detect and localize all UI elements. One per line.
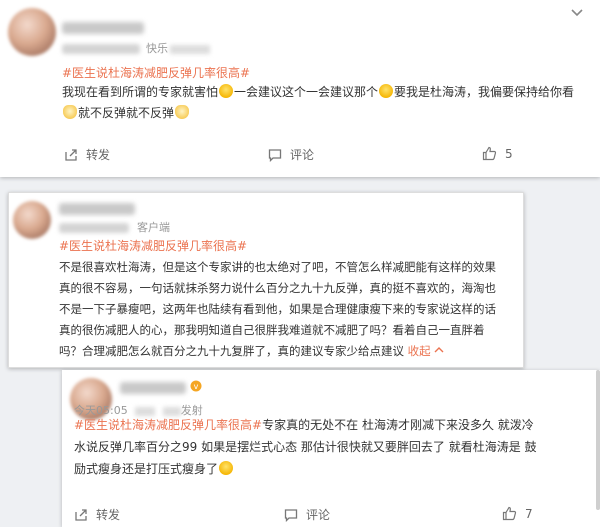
emoji-laugh-icon [219,84,234,98]
avatar[interactable] [8,8,56,56]
username-blurred[interactable] [59,203,135,215]
chevron-up-icon [434,347,444,353]
topic-hashtag[interactable]: #医生说杜海涛减肥反弹几率很高# [59,237,247,254]
scrollbar[interactable] [596,370,600,510]
comment-button[interactable]: 评论 [284,506,330,523]
username-blurred[interactable] [62,22,144,34]
like-button[interactable]: 5 [482,146,513,161]
comment-button[interactable]: 评论 [268,146,314,163]
svg-text:v: v [194,382,199,391]
forward-icon [75,508,87,521]
forward-button[interactable]: 转发 [64,146,110,163]
like-icon [502,506,517,521]
comment-card-1: 快乐 #医生说杜海涛减肥反弹几率很高# 我现在看到所谓的专家就害怕 一会建议这个一… [0,0,600,177]
post-source: 快乐 [146,40,210,56]
chevron-down-icon[interactable] [570,8,584,18]
post-source: 客户端 [137,221,170,234]
emoji-laugh-icon [219,461,234,475]
like-button[interactable]: 7 [502,506,533,521]
timestamp-blurred [59,223,129,233]
comment-text: 不是很喜欢杜海涛，但是这个专家讲的也太绝对了吧，不管怎么样减肥能有这样的效果 真… [59,260,496,358]
emoji-cat-icon [175,105,190,119]
comment-text: 我现在看到所谓的专家就害怕 一会建议这个一会建议那个 要我是杜海涛，我偏要保持给你看… [62,84,575,120]
comment-card-3: v 今天05:05 发射 #医生说杜海涛减肥反弹几率很高#专家真的无处不在 杜海… [62,370,600,527]
like-icon [482,146,497,161]
forward-button[interactable]: 转发 [74,506,120,523]
topic-hashtag[interactable]: #医生说杜海涛减肥反弹几率很高# [74,418,262,432]
timestamp-blurred [62,44,140,54]
emoji-cat-icon [63,105,77,119]
comment-card-2: 客户端 #医生说杜海涛减肥反弹几率很高# 不是很喜欢杜海涛，但是这个专家讲的也太… [8,192,524,368]
emoji-laugh-icon [379,84,394,98]
comment-icon [284,508,298,522]
forward-icon [65,148,77,161]
badge-icon: v [190,380,202,392]
topic-hashtag[interactable]: #医生说杜海涛减肥反弹几率很高# [62,64,250,81]
comment-text: #医生说杜海涛减肥反弹几率很高#专家真的无处不在 杜海涛才刚减下来没多久 就泼冷… [74,418,537,476]
collapse-link[interactable]: 收起 [408,344,444,358]
avatar[interactable] [13,201,51,239]
comment-icon [268,148,282,162]
username-blurred[interactable] [120,382,186,394]
